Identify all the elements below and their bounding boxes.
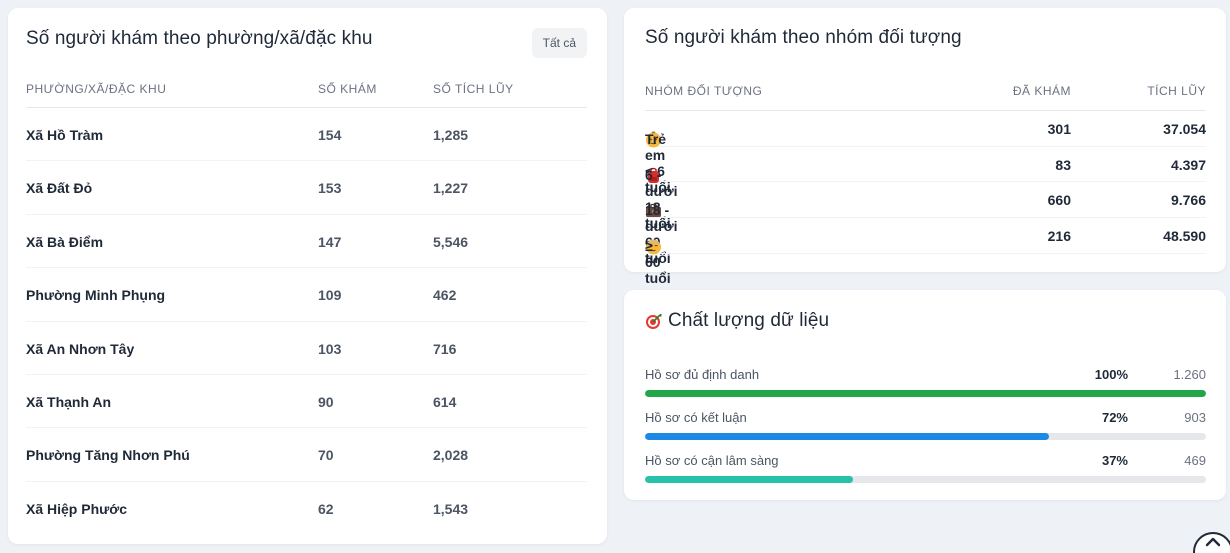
group-visits-card: Số người khám theo nhóm đối tượng NHÓM Đ… [624,8,1226,286]
chevron-up-icon [1203,534,1223,553]
group-visited: 83 [1055,156,1071,173]
table-row: Trẻ em < 6 tuổi 301 37.054 [645,111,1206,195]
ward-name: Xã Thạnh An [26,393,112,410]
ward-visits: 109 [318,287,342,304]
quality-percent: 37% [1101,453,1128,468]
progress-fill [645,390,1206,397]
ward-visits: 103 [318,340,342,357]
ward-name: Xã Hồ Tràm [26,127,104,143]
group-visited: 660 [1047,192,1071,209]
quality-label: Hồ sơ đủ định danh [645,367,760,382]
ward-visits: 70 [318,447,334,464]
table-row: Xã An Nhơn Tây 103 716 [26,322,587,375]
data-quality-card: Chất lượng dữ liệu Hồ sơ đủ định danh 100… [624,290,1226,500]
ward-cumulative: 614 [433,393,457,410]
group-card-title: Số người khám theo nhóm đối tượng [645,27,962,48]
table-row: Xã Hiệp Phước 62 1,543 [26,482,587,535]
ward-visits: 62 [318,500,334,517]
ward-card-title: Số người khám theo phường/xã/đặc khu [26,28,373,49]
group-visited: 216 [1047,228,1071,245]
group-cumulative: 37.054 [1163,121,1206,137]
quality-percent: 100% [1094,367,1128,382]
view-all-button[interactable]: Tất cả [531,28,587,58]
ward-table-body: Xã Hồ Tràm 154 1,285 Xã Đất Đỏ 153 1,227 Xã Bà… [26,108,587,535]
ward-table-header: PHƯỜNG/XÃ/ĐẶC KHU SỐ KHÁM SỐ TÍCH LŨY [26,81,587,108]
header-visited: ĐÃ KHÁM [1012,84,1071,98]
ward-cumulative: 5,546 [433,233,469,250]
group-cumulative: 9.766 [1170,192,1206,209]
table-row: Xã Đất Đỏ 153 1,227 [26,161,587,215]
ward-visits-card: Số người khám theo phường/xã/đặc khu Tất… [8,8,607,544]
table-row: Xã Thạnh An 90 614 [26,375,587,429]
target-icon [645,313,662,330]
table-row: 6 - dưới 18 tuổi 83 4.397 [645,147,1206,231]
group-cumulative: 4.397 [1170,156,1206,173]
table-row: Phường Tăng Nhơn Phú 70 2,028 [26,428,587,482]
quality-count: 1.260 [1173,367,1206,382]
group-visited: 301 [1047,121,1071,137]
table-row: ≥ 60 tuổi 216 48.590 [645,218,1206,286]
table-row: Xã Bà Điểm 147 5,546 [26,215,587,269]
header-group: NHÓM ĐỐI TƯỢNG [645,84,763,98]
group-table-body: Trẻ em < 6 tuổi 301 37.054 6 - dưới 18 tuổi… [645,111,1206,286]
ward-name: Phường Minh Phụng [26,287,166,304]
ward-visits: 147 [318,233,342,250]
header-cumulative: SỐ TÍCH LŨY [433,82,514,96]
ward-cumulative: 1,227 [433,180,469,197]
ward-visits: 154 [318,127,342,143]
table-row: 18 - dưới 60 tuổi6609.766 [645,182,1206,266]
group-table-header: NHÓM ĐỐI TƯỢNG ĐÃ KHÁM TÍCH LŨY [645,84,1206,111]
group-cumulative: 48.590 [1163,228,1206,245]
ward-cumulative: 1,285 [433,127,469,143]
table-row: Phường Minh Phụng 109 462 [26,268,587,322]
header-ward: PHƯỜNG/XÃ/ĐẶC KHU [26,82,167,96]
table-row: Xã Hồ Tràm 154 1,285 [26,108,587,162]
group-label: ≥ 60 tuổi [645,238,671,287]
header-group-cumulative: TÍCH LŨY [1147,84,1206,98]
progress-track [645,433,1206,440]
header-visits: SỐ KHÁM [318,82,377,96]
ward-name: Xã An Nhơn Tây [26,340,135,357]
quality-label: Hồ sơ có kết luận [645,410,747,425]
quality-label: Hồ sơ có cận lâm sàng [645,453,779,468]
progress-track [645,476,1206,483]
ward-cumulative: 2,028 [433,447,469,464]
progress-track [645,390,1206,397]
ward-visits: 153 [318,180,342,197]
scroll-to-top-button[interactable] [1193,532,1230,553]
ward-name: Xã Bà Điểm [26,233,104,250]
ward-name: Xã Hiệp Phước [26,500,128,517]
quality-percent: 72% [1101,410,1128,425]
ward-visits: 90 [318,393,334,410]
ward-cumulative: 1,543 [433,500,469,517]
quality-card-title: Chất lượng dữ liệu [668,310,830,331]
progress-fill [645,476,853,483]
progress-fill [645,433,1049,440]
quality-card-heading: Chất lượng dữ liệu [645,310,829,332]
ward-cumulative: 716 [433,340,457,357]
ward-name: Phường Tăng Nhơn Phú [26,447,190,464]
ward-name: Xã Đất Đỏ [26,180,93,197]
quality-count: 469 [1184,453,1206,468]
ward-cumulative: 462 [433,287,457,304]
quality-count: 903 [1184,410,1206,425]
